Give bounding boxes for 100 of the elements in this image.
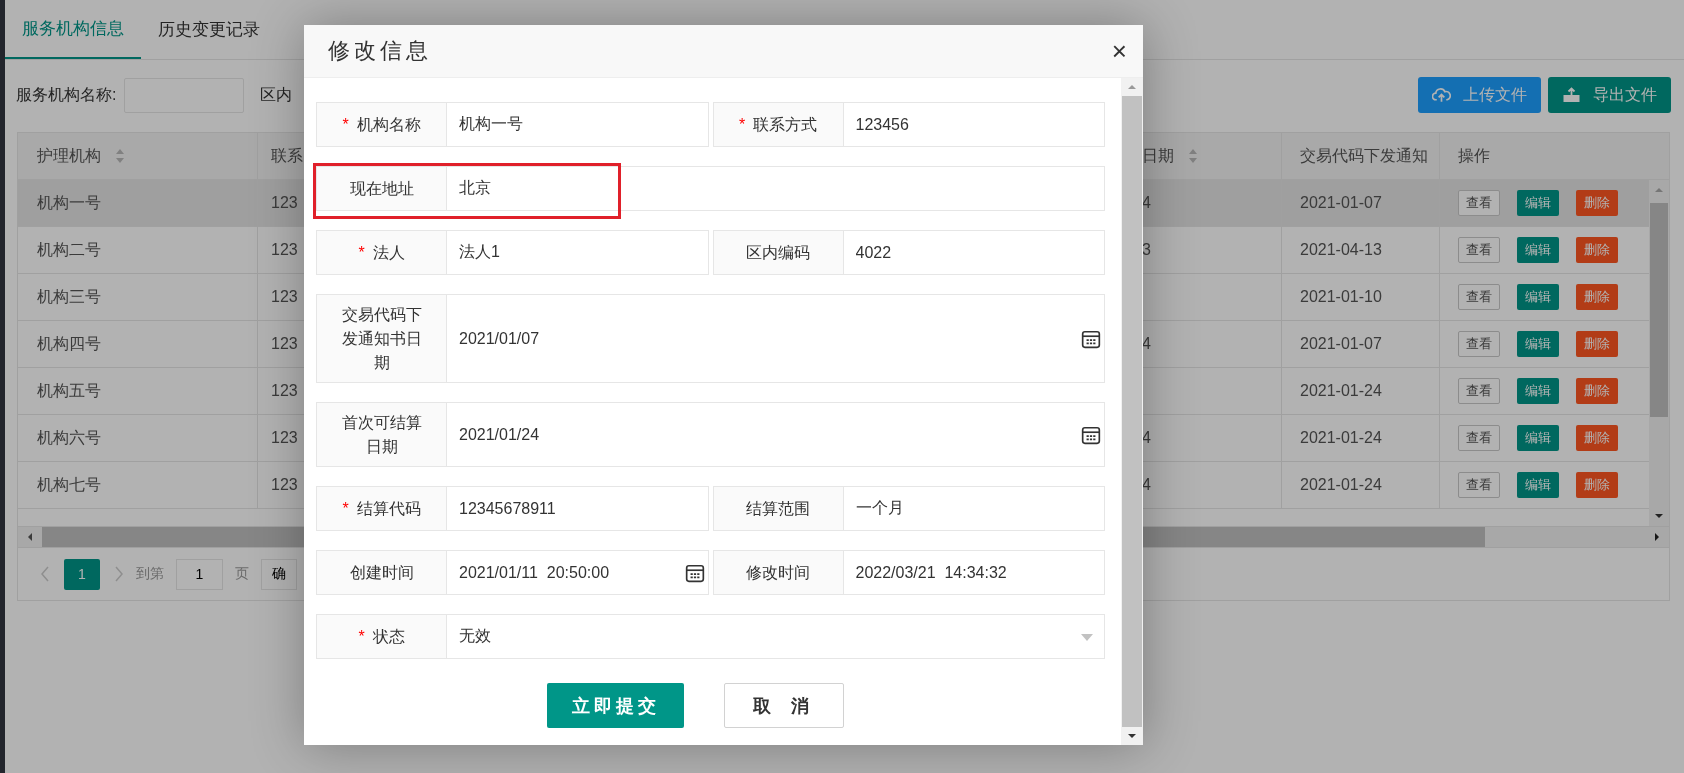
edit-button[interactable]: 编辑 xyxy=(1517,472,1559,498)
scrollbar[interactable] xyxy=(1121,78,1143,745)
delete-button[interactable]: 删除 xyxy=(1576,190,1618,216)
edit-button[interactable]: 编辑 xyxy=(1517,237,1559,263)
calendar-icon[interactable] xyxy=(1081,424,1101,445)
input-field[interactable]: 12345678911 xyxy=(447,486,709,531)
table-cell-text: 机构七号 xyxy=(37,474,101,495)
view-button[interactable]: 查看 xyxy=(1458,472,1500,498)
table-cell-text: 机构三号 xyxy=(37,286,101,307)
required-mark: * xyxy=(358,242,365,263)
column-header: 护理机构 xyxy=(18,133,258,179)
view-button[interactable]: 查看 xyxy=(1458,378,1500,404)
edit-button[interactable]: 编辑 xyxy=(1517,425,1559,451)
delete-button[interactable]: 删除 xyxy=(1576,237,1618,263)
dialog-title: 修改信息 xyxy=(328,37,433,65)
export-button[interactable]: 导出文件 xyxy=(1548,77,1671,113)
scroll-up-icon[interactable] xyxy=(1127,83,1137,91)
label-text: 修改时间 xyxy=(746,562,810,583)
table-cell-text: 机构一号 xyxy=(37,192,101,213)
select-field[interactable]: 无效 xyxy=(447,614,1105,659)
cancel-button[interactable]: 取消 xyxy=(724,683,844,728)
chevron-left-icon[interactable] xyxy=(40,566,50,582)
view-button[interactable]: 查看 xyxy=(1458,331,1500,357)
edit-button[interactable]: 编辑 xyxy=(1517,378,1559,404)
table-cell: 4 xyxy=(1142,194,1151,212)
table-cell: 2021-04-13 xyxy=(1300,241,1382,259)
date-field[interactable]: 2021/01/07 xyxy=(447,294,1105,383)
edit-button[interactable]: 编辑 xyxy=(1517,190,1559,216)
edit-button[interactable]: 编辑 xyxy=(1517,284,1559,310)
delete-button[interactable]: 删除 xyxy=(1576,378,1618,404)
table-cell: 4 xyxy=(1142,429,1151,447)
tray-export-icon xyxy=(1562,87,1581,103)
date-field[interactable]: 2021/01/11 20:50:00 xyxy=(447,550,709,595)
label-text: 交易代码下发通知书日期 xyxy=(340,304,423,373)
table-cell: 123 xyxy=(271,429,298,447)
table-cell-text: 机构四号 xyxy=(37,333,101,354)
column-header: 操作 xyxy=(1457,145,1491,166)
input-field[interactable]: 2022/03/21 14:34:32 xyxy=(843,550,1105,595)
label-text: 区内编码 xyxy=(746,242,810,263)
label-text: 结算范围 xyxy=(746,498,810,519)
scroll-up-icon[interactable] xyxy=(1654,186,1664,194)
scroll-down-icon[interactable] xyxy=(1127,732,1137,740)
table-cell: 3 xyxy=(1142,241,1151,259)
table-cell: 2021-01-07 xyxy=(1300,335,1382,353)
view-button[interactable]: 查看 xyxy=(1458,284,1500,310)
column-header: 交易代码下发通知 xyxy=(1282,133,1440,179)
table-cell: 123 xyxy=(271,476,298,494)
tab[interactable]: 服务机构信息 xyxy=(5,0,141,59)
view-button[interactable]: 查看 xyxy=(1458,190,1500,216)
scroll-right-icon[interactable] xyxy=(1653,532,1661,542)
label-text: 结算代码 xyxy=(356,498,421,519)
page-input[interactable]: 1 xyxy=(176,558,223,590)
table-cell: 123 xyxy=(271,335,298,353)
label-text: 现在地址 xyxy=(349,178,414,199)
view-button[interactable]: 查看 xyxy=(1458,425,1500,451)
label-text: 法人 xyxy=(372,242,405,263)
input-field[interactable]: 北京 xyxy=(447,166,1105,211)
submit-button[interactable]: 立即提交 xyxy=(547,683,684,728)
chevron-right-icon[interactable] xyxy=(114,566,124,582)
view-button[interactable]: 查看 xyxy=(1458,237,1500,263)
label-text: 联系方式 xyxy=(753,114,818,135)
filter-label: 服务机构名称: xyxy=(16,84,117,105)
caret-icon[interactable] xyxy=(1081,633,1093,641)
table-cell: 123 xyxy=(271,194,298,212)
confirm-button[interactable]: 确 xyxy=(261,558,297,590)
delete-button[interactable]: 删除 xyxy=(1576,425,1618,451)
table-cell-text: 机构五号 xyxy=(37,380,101,401)
input-field[interactable]: 123456 xyxy=(843,102,1105,147)
edit-button[interactable]: 编辑 xyxy=(1517,331,1559,357)
table-cell: 4 xyxy=(1142,335,1151,353)
calendar-icon[interactable] xyxy=(684,562,705,583)
table-cell: 2021-01-24 xyxy=(1300,429,1382,447)
close-button[interactable]: × xyxy=(1111,38,1127,64)
input-field[interactable]: 4022 xyxy=(843,230,1105,275)
input-field[interactable]: 一个月 xyxy=(843,486,1105,531)
input-field[interactable]: 机构一号 xyxy=(447,102,709,147)
input-field[interactable]: 法人1 xyxy=(447,230,709,275)
page-label: 页 xyxy=(235,565,249,583)
page-button[interactable]: 1 xyxy=(64,558,100,590)
cloud-upload-icon xyxy=(1432,87,1451,103)
sort-icon[interactable] xyxy=(115,148,125,164)
scrollbar[interactable] xyxy=(1649,180,1669,526)
table-cell: 2021-01-07 xyxy=(1300,194,1382,212)
table-cell-text: 机构六号 xyxy=(37,427,101,448)
required-mark: * xyxy=(738,114,746,135)
scroll-down-icon[interactable] xyxy=(1654,512,1664,520)
calendar-icon[interactable] xyxy=(1081,328,1101,349)
label-text: 状态 xyxy=(372,626,405,647)
table-cell: 2021-01-24 xyxy=(1300,476,1382,494)
date-field[interactable]: 2021/01/24 xyxy=(447,402,1105,467)
required-mark: * xyxy=(358,626,365,647)
delete-button[interactable]: 删除 xyxy=(1576,472,1618,498)
table-cell: 123 xyxy=(271,288,298,306)
delete-button[interactable]: 删除 xyxy=(1576,331,1618,357)
tab[interactable]: 历史变更记录 xyxy=(141,0,277,59)
sort-icon[interactable] xyxy=(1188,148,1198,164)
table-cell: 123 xyxy=(271,382,298,400)
delete-button[interactable]: 删除 xyxy=(1576,284,1618,310)
table-cell: 2021-01-24 xyxy=(1300,382,1382,400)
scroll-left-icon[interactable] xyxy=(26,532,34,542)
